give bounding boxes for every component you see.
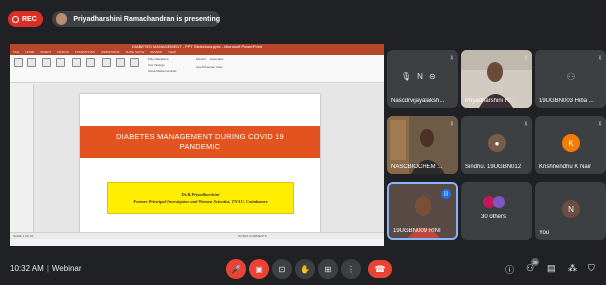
slide-counter: SLIDE 1 OF 20: [13, 234, 34, 238]
participant-name: Priyadharshini R...: [465, 98, 515, 104]
mic-off-icon: ᵡ: [450, 121, 453, 128]
ribbon-monitor-label: Monitor:: [196, 57, 207, 61]
camera-off-icon: ▣: [255, 264, 263, 274]
slide-presenter-role: Former Principal Investigator and Women …: [133, 199, 268, 204]
notes-comments: NOTES COMMENTS: [238, 234, 267, 238]
ribbon-monitor-value: Automatic: [210, 57, 224, 61]
rec-label: REC: [22, 15, 37, 23]
meet-window: REC Priyadharshini Ramachandran is prese…: [0, 0, 606, 285]
person-icon: ⚇: [566, 71, 576, 83]
hand-icon: ✋: [300, 264, 310, 274]
ribbon-button: [72, 58, 81, 67]
camera-toggle-button[interactable]: ▣: [249, 259, 269, 279]
ribbon-check: Use Presenter View: [196, 65, 223, 69]
shared-screen: DIABETES MANAGEMENT - PPT Slideshow.pptx…: [10, 44, 384, 246]
slide-thumbnails: [10, 84, 34, 239]
bottom-bar: 10:32 AM | Webinar 🎤 ▣ ⊡ ✋ ⊞ ⋮ ☎ ⓘ ⚇ 38 ▤ …: [0, 254, 606, 285]
others-count: 30 others: [481, 214, 507, 220]
ppt-status-bar: SLIDE 1 OF 20 NOTES COMMENTS: [10, 232, 384, 239]
presenting-banner[interactable]: Priyadharshini Ramachandran is presentin…: [52, 11, 220, 27]
mic-off-icon: ᵡ: [598, 121, 601, 128]
participant-name: NASCBIOCHEM ...: [391, 164, 443, 170]
chat-button[interactable]: ▤: [547, 263, 556, 274]
ribbon-button: [27, 58, 36, 67]
ribbon-check: Show Media Controls: [148, 69, 177, 73]
avatar-letter: N: [417, 72, 423, 81]
mic-toggle-button[interactable]: 🎤: [226, 259, 246, 279]
ribbon-check: Use Timings: [148, 63, 165, 67]
presenter-avatar: [56, 13, 68, 25]
participant-name: 19UGBN009 RINI: [393, 228, 441, 234]
more-icon: ⊝: [428, 72, 436, 81]
record-icon: [12, 15, 19, 23]
participant-tile-others[interactable]: 30 others: [461, 182, 532, 240]
participant-tile[interactable]: ⚇ ᵡ 19UGBN003 Hiba ...: [535, 50, 606, 108]
slide-title-line2: PANDEMIC: [179, 142, 221, 151]
captions-icon: ⊡: [278, 264, 286, 274]
participant-tile-self[interactable]: N You: [535, 182, 606, 240]
participant-tile[interactable]: ᵡ NASCBIOCHEM ...: [387, 116, 458, 174]
phone-hangup-icon: ☎: [374, 263, 386, 274]
ribbon-button: [116, 58, 125, 67]
others-avatar: [493, 196, 505, 208]
ribbon-button: [56, 58, 65, 67]
mic-off-icon: ᵡ: [450, 55, 453, 62]
activities-button[interactable]: ⁂: [568, 263, 577, 274]
presenting-text: Priyadharshini Ramachandran is presentin…: [73, 15, 220, 23]
participant-name: Sindhu. 19UGBN012: [465, 164, 522, 170]
slide-presenter-name: Dr.R.Priyadharshini: [181, 192, 220, 197]
mic-off-icon: ᵡ: [598, 55, 601, 62]
meeting-name: Webinar: [51, 264, 82, 273]
ribbon-button: [86, 58, 95, 67]
clock-time: 10:32 AM: [10, 264, 44, 273]
more-options-button[interactable]: ⋮: [341, 259, 361, 279]
ribbon-check: Play Narrations: [148, 57, 169, 61]
participant-tile[interactable]: ᵡ Priyadharshini R...: [461, 50, 532, 108]
ribbon-button: [130, 58, 139, 67]
present-icon: ⊞: [324, 264, 332, 274]
ribbon-button: [42, 58, 51, 67]
ribbon-button: [14, 58, 23, 67]
host-controls-button[interactable]: ⛉: [588, 263, 595, 274]
participant-tile[interactable]: 🎙 N ⊝ ᵡ Nascdrvijayalaksh...: [387, 50, 458, 108]
current-slide: DIABETES MANAGEMENT DURING COVID 19 PAND…: [80, 94, 320, 234]
mic-off-icon: ᵡ: [524, 55, 527, 62]
recording-indicator[interactable]: REC: [8, 11, 43, 27]
participant-name: 19UGBN003 Hiba ...: [539, 98, 594, 104]
mic-icon: 🎙: [401, 72, 412, 81]
present-button[interactable]: ⊞: [318, 259, 338, 279]
mic-off-icon: ᵡ: [524, 121, 527, 128]
participant-name: You: [539, 230, 550, 236]
mic-off-icon: 🎤: [231, 264, 241, 274]
raise-hand-button[interactable]: ✋: [295, 259, 315, 279]
captions-button[interactable]: ⊡: [272, 259, 292, 279]
participant-tile[interactable]: ● ᵡ Sindhu. 19UGBN012: [461, 116, 532, 174]
participant-name: Krishnendhu K Nair: [539, 164, 592, 170]
ribbon-button: [102, 58, 111, 67]
ppt-ribbon: Play Narrations Use Timings Show Media C…: [10, 55, 384, 83]
slide-title-line1: DIABETES MANAGEMENT DURING COVID 19: [116, 132, 284, 141]
slide-presenter-box: Dr.R.Priyadharshini Former Principal Inv…: [107, 182, 294, 214]
ppt-workspace: DIABETES MANAGEMENT DURING COVID 19 PAND…: [10, 84, 384, 239]
speaking-icon: |||: [441, 189, 451, 199]
participant-tile-speaking[interactable]: ||| 19UGBN009 RINI: [387, 182, 458, 240]
participant-avatar: N: [562, 200, 580, 218]
leave-call-button[interactable]: ☎: [368, 260, 392, 278]
participant-avatar: ●: [488, 134, 506, 152]
people-count-badge: 38: [531, 258, 539, 266]
participant-name: Nascdrvijayalaksh...: [391, 98, 445, 104]
meeting-info: 10:32 AM | Webinar: [10, 264, 82, 273]
slide-title-band: DIABETES MANAGEMENT DURING COVID 19 PAND…: [80, 126, 320, 158]
more-vert-icon: ⋮: [347, 264, 355, 274]
participant-avatar: K: [562, 134, 580, 152]
meeting-details-button[interactable]: ⓘ: [505, 263, 514, 276]
top-bar: REC Priyadharshini Ramachandran is prese…: [0, 0, 606, 36]
participant-tile[interactable]: K ᵡ Krishnendhu K Nair: [535, 116, 606, 174]
